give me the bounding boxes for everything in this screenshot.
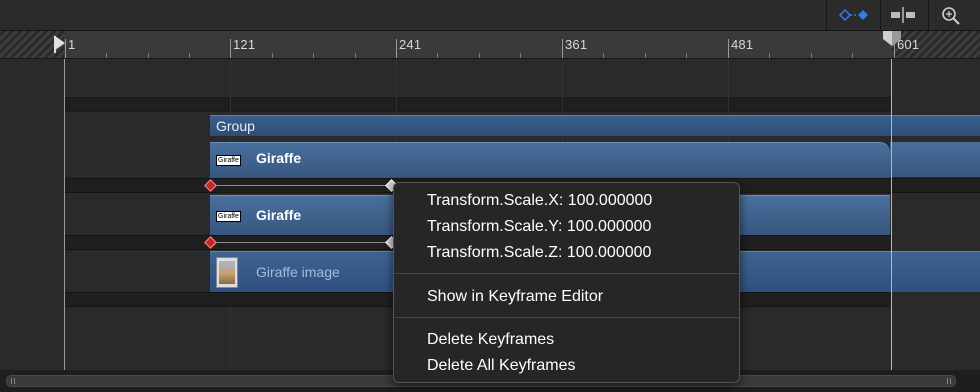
layer-label: Giraffe — [256, 207, 302, 223]
ruler-tick-label: 121 — [233, 37, 256, 52]
keyframe-interpolation-line — [212, 185, 392, 186]
track-row — [64, 98, 892, 111]
ruler-minor-tick — [148, 53, 149, 58]
ruler-minor-tick — [603, 53, 604, 58]
menu-separator — [394, 273, 739, 274]
toolbar-divider — [928, 0, 929, 30]
ruler-tick — [728, 39, 729, 58]
layer-label: Giraffe — [256, 150, 302, 166]
ruler-minor-tick — [769, 53, 770, 58]
group-label: Group — [216, 118, 255, 134]
toolbar-divider — [880, 0, 881, 30]
play-range-end-line — [891, 59, 892, 370]
menu-item-show-in-keyframe-editor[interactable]: Show in Keyframe Editor — [427, 288, 603, 306]
timeline-toolbar — [0, 0, 980, 31]
text-layer-badge: Giraffe — [216, 155, 241, 166]
ruler-minor-tick — [686, 53, 687, 58]
toolbar-divider — [826, 0, 827, 30]
menu-item-scale-z[interactable]: Transform.Scale.Z: 100.000000 — [427, 244, 651, 262]
menu-item-scale-y[interactable]: Transform.Scale.Y: 100.000000 — [427, 218, 651, 236]
ruler-minor-tick — [437, 53, 438, 58]
playhead-end-icon[interactable] — [882, 31, 902, 49]
text-layer-badge: Giraffe — [216, 211, 241, 222]
ruler-minor-tick — [645, 53, 646, 58]
timeline-ruler[interactable]: 1 121 241 361 481 601 — [0, 31, 980, 59]
zoom-icon[interactable] — [941, 6, 961, 26]
ruler-tick-label: 481 — [731, 37, 754, 52]
ruler-tick — [230, 39, 231, 58]
menu-item-delete-keyframes[interactable]: Delete Keyframes — [427, 331, 554, 349]
ruler-tick — [562, 39, 563, 58]
ruler-minor-tick — [189, 53, 190, 58]
layer-bar-extension — [890, 142, 980, 177]
ruler-minor-tick — [520, 53, 521, 58]
ruler-minor-tick — [313, 53, 314, 58]
layer-bar-giraffe[interactable]: Giraffe Giraffe — [210, 142, 890, 178]
ruler-tick-label: 1 — [68, 37, 76, 52]
snapping-icon[interactable] — [890, 6, 916, 24]
keyframe-context-menu: Transform.Scale.X: 100.000000 Transform.… — [393, 182, 740, 383]
ruler-minor-tick — [106, 53, 107, 58]
ruler-tick — [396, 39, 397, 58]
ruler-minor-tick — [355, 53, 356, 58]
ruler-minor-tick — [852, 53, 853, 58]
menu-item-delete-all-keyframes[interactable]: Delete All Keyframes — [427, 357, 576, 375]
ruler-tick-label: 241 — [399, 37, 422, 52]
ruler-tick-label: 361 — [565, 37, 588, 52]
track-separator — [64, 111, 892, 112]
image-layer-label: Giraffe image — [256, 264, 340, 280]
keyframe-nav-icon[interactable] — [834, 7, 874, 23]
play-range-start-line — [64, 59, 65, 370]
group-bar[interactable]: Group — [210, 115, 980, 136]
keyframe-interpolation-line — [212, 242, 392, 243]
image-thumbnail — [216, 257, 238, 288]
ruler-minor-tick — [479, 53, 480, 58]
menu-item-scale-x[interactable]: Transform.Scale.X: 100.000000 — [427, 192, 652, 210]
ruler-minor-tick — [811, 53, 812, 58]
playhead-start-icon[interactable] — [54, 35, 66, 53]
menu-separator — [394, 317, 739, 318]
ruler-minor-tick — [272, 53, 273, 58]
